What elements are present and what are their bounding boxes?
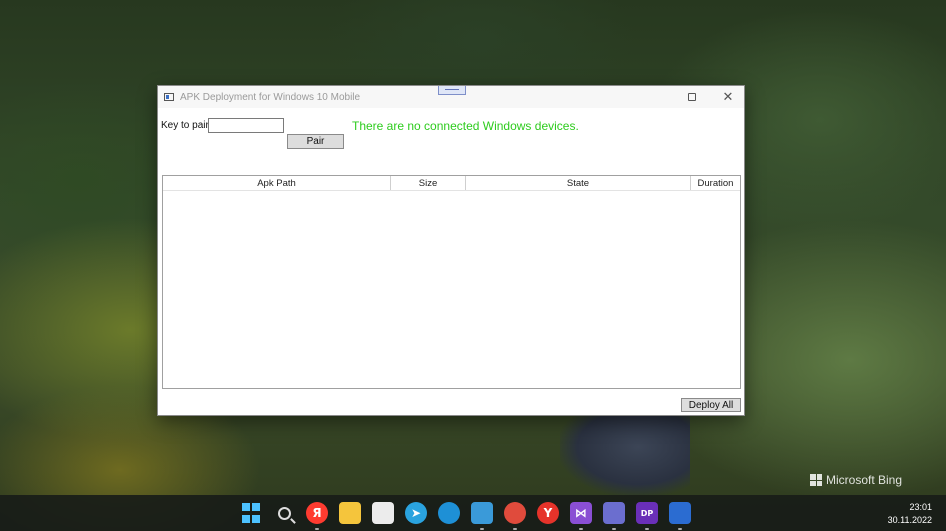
pair-button[interactable]: Pair [287, 134, 344, 149]
title-bar[interactable]: APK Deployment for Windows 10 Mobile ✕ [158, 86, 744, 108]
clock-time: 23:01 [909, 502, 932, 512]
clock-date: 30.11.2022 [887, 515, 932, 525]
file-explorer-icon[interactable] [339, 502, 361, 524]
snap-layout-hint[interactable] [438, 86, 466, 95]
maximize-icon [688, 93, 696, 101]
system-clock[interactable]: 23:01 30.11.2022 [888, 501, 932, 527]
deploy-all-button[interactable]: Deploy All [681, 398, 741, 412]
watermark-text: Microsoft Bing [826, 473, 903, 487]
column-header-size[interactable]: Size [391, 176, 466, 190]
window-client-area: Key to pair Pair There are no connected … [158, 108, 744, 415]
grid-header: Apk Path Size State Duration [163, 176, 740, 191]
bing-logo-icon [810, 474, 822, 486]
window-title: APK Deployment for Windows 10 Mobile [180, 91, 361, 103]
key-to-pair-label: Key to pair [161, 120, 209, 131]
jetbrains-icon[interactable]: DP [636, 502, 658, 530]
yandex-browser-icon[interactable]: Y [537, 502, 559, 524]
taskbar-icons: Я ➤ Y ⋈ DP [240, 502, 691, 530]
visual-studio-icon[interactable]: ⋈ [570, 502, 592, 530]
notepad-icon[interactable] [471, 502, 493, 530]
running-app-icon[interactable] [669, 502, 691, 530]
save-app-icon[interactable] [603, 502, 625, 530]
device-status-message: There are no connected Windows devices. [352, 119, 579, 133]
taskbar: Я ➤ Y ⋈ DP 23:01 30.11.2022 [0, 495, 946, 531]
close-button[interactable]: ✕ [711, 86, 745, 108]
heron-silhouette [560, 415, 690, 495]
chrome-icon[interactable] [504, 502, 526, 530]
edge-icon[interactable] [438, 502, 460, 524]
yandex-icon[interactable]: Я [306, 502, 328, 530]
key-to-pair-input[interactable] [208, 118, 284, 133]
column-header-apk-path[interactable]: Apk Path [163, 176, 391, 190]
bing-watermark: Microsoft Bing [810, 473, 902, 487]
column-header-duration[interactable]: Duration [691, 176, 740, 190]
close-icon: ✕ [722, 89, 734, 105]
start-icon[interactable] [240, 502, 262, 524]
telegram-icon[interactable]: ➤ [405, 502, 427, 524]
search-icon[interactable] [273, 502, 295, 524]
apk-deployment-window: APK Deployment for Windows 10 Mobile ✕ K… [157, 85, 745, 416]
column-header-state[interactable]: State [466, 176, 691, 190]
microsoft-store-icon[interactable] [372, 502, 394, 524]
maximize-button[interactable] [675, 86, 709, 108]
app-window-icon [164, 93, 174, 101]
apk-list-grid[interactable]: Apk Path Size State Duration [162, 175, 741, 389]
